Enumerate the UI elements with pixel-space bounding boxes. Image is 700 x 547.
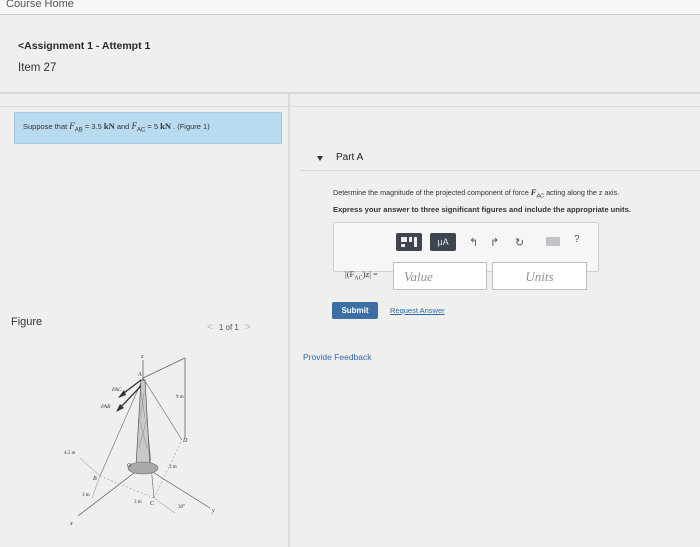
- next-figure-button[interactable]: >: [245, 322, 251, 333]
- submit-button[interactable]: Submit: [332, 302, 378, 319]
- point-c-label: C: [150, 501, 155, 507]
- part-a-title[interactable]: Part A: [318, 152, 363, 163]
- top-bar: [0, 0, 700, 15]
- previous-figure-button[interactable]: <: [207, 322, 213, 333]
- point-b-label: B: [93, 476, 97, 482]
- base-dash-bc: [99, 475, 155, 499]
- fab-subscript: AB: [74, 127, 83, 134]
- angle-line: [153, 497, 176, 514]
- figure-reference-link[interactable]: . (Figure 1): [171, 122, 210, 131]
- three-m-right-label: 3 m: [169, 465, 177, 470]
- units-input[interactable]: Units: [492, 262, 587, 290]
- item-label: Item 27: [18, 62, 57, 74]
- provide-feedback-link[interactable]: Provide Feedback: [303, 352, 372, 362]
- three-m-bottom-label: 3 m: [134, 500, 142, 505]
- template-grid-button[interactable]: [396, 233, 422, 251]
- fac-unit: kN: [160, 121, 171, 131]
- cable-ad: [142, 377, 183, 441]
- tower-base: [127, 461, 159, 475]
- three-m-left-label: 3 m: [82, 493, 90, 498]
- part-divider: [300, 170, 700, 171]
- x-axis-line: [77, 465, 144, 517]
- request-answer-link[interactable]: Request Answer: [390, 306, 445, 315]
- point-d-label: D: [182, 438, 188, 444]
- units-template-button[interactable]: μA: [430, 233, 456, 251]
- tower-figure: z A FAC FAB 9 m 4.5 m O D 3 m B 3 m 3 m …: [64, 354, 215, 527]
- undo-icon[interactable]: ↰: [469, 236, 478, 249]
- angle-label: 30°: [178, 505, 185, 510]
- help-icon[interactable]: ?: [574, 234, 580, 245]
- z-label: z: [140, 354, 144, 360]
- reset-icon[interactable]: ↻: [515, 236, 524, 249]
- redo-icon[interactable]: ↱: [490, 236, 499, 249]
- fab-unit: kN: [103, 121, 115, 131]
- instructions-text: Express your answer to three significant…: [333, 205, 631, 214]
- answer-lhs-label: |(FAC)z| =: [345, 269, 378, 282]
- given-values-text: Suppose that FAB = 3.5 kN and FAC = 5 kN…: [23, 121, 210, 134]
- four-five-m-label: 4.5 m: [64, 451, 76, 456]
- keyboard-icon[interactable]: [546, 237, 560, 246]
- fab-label: FAB: [100, 404, 111, 410]
- y-label: y: [211, 508, 215, 514]
- tower-body: [135, 379, 151, 467]
- question-text: Determine the magnitude of the projected…: [333, 187, 620, 200]
- figure-pager: <1 of 1 >: [207, 322, 251, 333]
- content-divider: [0, 106, 700, 107]
- value-input[interactable]: Value: [393, 262, 487, 290]
- fac-label: FAC: [111, 387, 122, 393]
- given-values-banner: Suppose that FAB = 3.5 kN and FAC = 5 kN…: [14, 112, 282, 144]
- x-label: x: [69, 521, 73, 527]
- column-separator: [288, 94, 290, 547]
- course-home-link[interactable]: Course Home: [6, 0, 74, 10]
- figure-heading: Figure: [11, 316, 43, 328]
- cable-top: [142, 357, 186, 379]
- dim-line-45: [79, 457, 101, 477]
- figure-page-count: 1 of 1: [218, 323, 239, 332]
- template-grid-icon: [401, 237, 417, 247]
- point-o-label: O: [127, 463, 132, 469]
- base-dash-cd: [153, 439, 183, 499]
- nine-m-label: 9 m: [176, 395, 184, 400]
- assignment-back-link[interactable]: <Assignment 1 - Attempt 1: [18, 40, 150, 52]
- point-a-label: A: [137, 372, 142, 378]
- header-divider: [0, 92, 700, 94]
